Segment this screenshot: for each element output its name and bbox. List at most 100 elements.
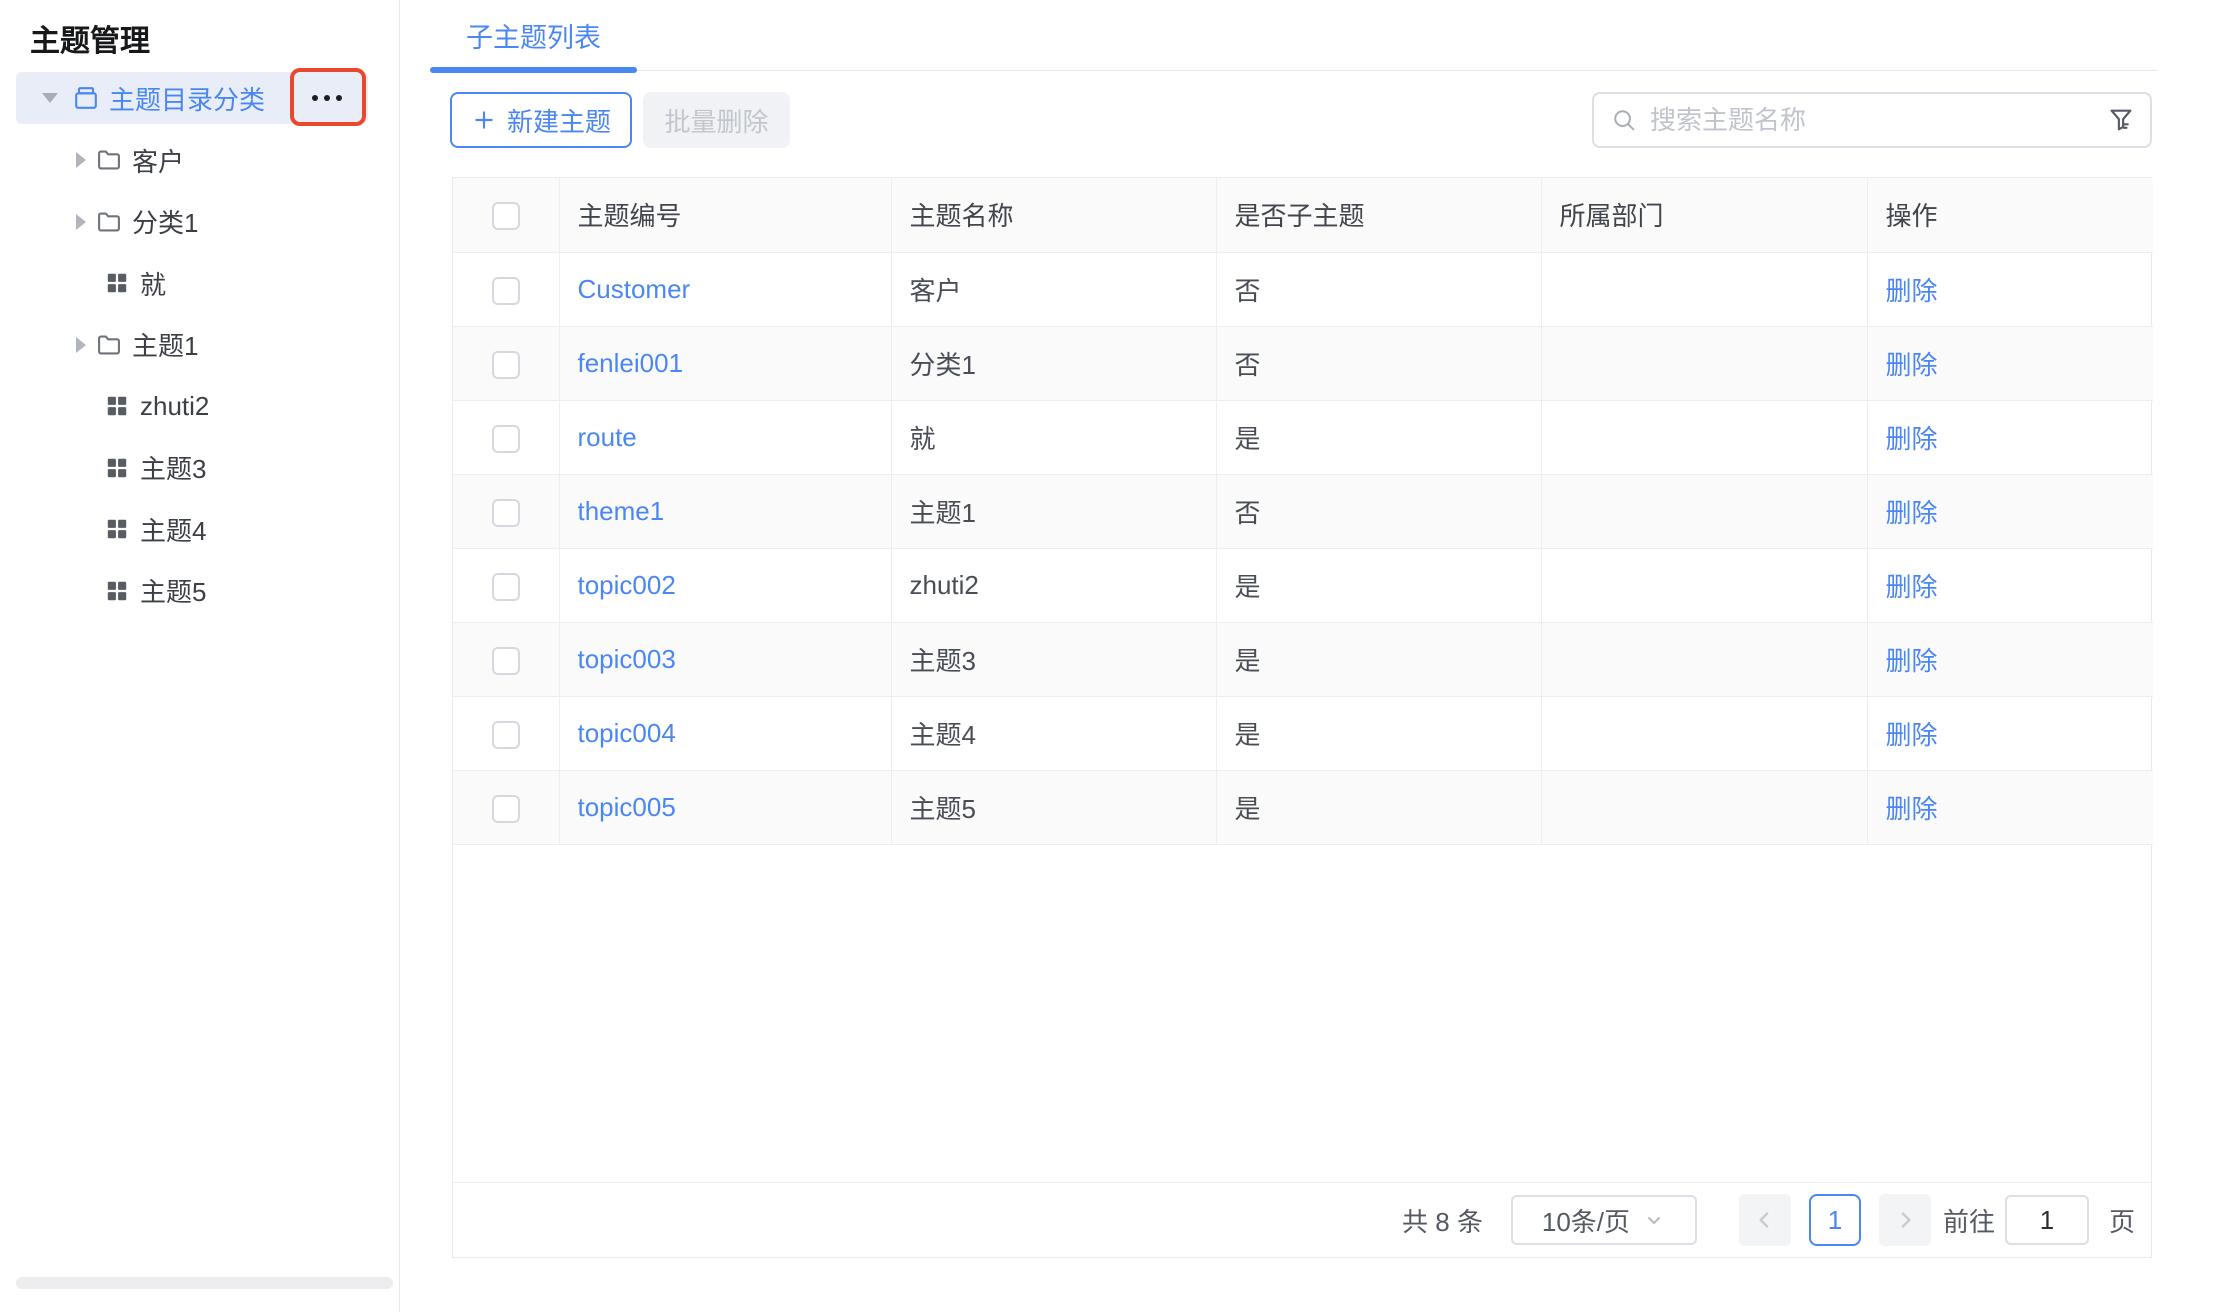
dept-cell (1541, 326, 1867, 400)
sidebar-tree: 客户 分类1 就 (0, 134, 400, 626)
col-actions: 操作 (1867, 178, 2153, 252)
dept-cell (1541, 696, 1867, 770)
chevron-down-icon (1642, 1208, 1666, 1232)
folder-icon (95, 331, 123, 359)
topic-name-cell: 主题1 (891, 474, 1216, 548)
tree-item-zhuti4[interactable]: 主题4 (0, 503, 400, 555)
select-all-checkbox[interactable] (492, 202, 520, 230)
filter-icon[interactable] (2106, 105, 2136, 135)
row-checkbox[interactable] (492, 795, 520, 823)
row-checkbox[interactable] (492, 647, 520, 675)
dept-cell (1541, 622, 1867, 696)
tab-sub-topic-list[interactable]: 子主题列表 (430, 0, 637, 71)
tree-item-zhuti1[interactable]: 主题1 (0, 319, 400, 371)
topic-id-link[interactable]: topic003 (578, 644, 676, 674)
table-row: topic005 主题5 是 删除 (453, 770, 2153, 844)
is-sub-cell: 是 (1216, 622, 1541, 696)
tree-item-label: 就 (140, 265, 166, 302)
topic-id-link[interactable]: Customer (578, 274, 691, 304)
tree-item-zhuti3[interactable]: 主题3 (0, 442, 400, 494)
dept-cell (1541, 400, 1867, 474)
tab-ink-bar (430, 67, 637, 73)
tab-bar: 子主题列表 (430, 0, 2157, 71)
topic-id-link[interactable]: fenlei001 (578, 348, 684, 378)
table-empty-area (453, 845, 2151, 1183)
row-checkbox[interactable] (492, 351, 520, 379)
goto-page-input[interactable] (2005, 1195, 2089, 1245)
grid-icon (103, 269, 131, 297)
page-size-value: 10条/页 (1542, 1202, 1630, 1239)
topic-name-cell: zhuti2 (891, 548, 1216, 622)
table-row: Customer 客户 否 删除 (453, 252, 2153, 326)
delete-link[interactable]: 删除 (1886, 794, 1938, 824)
delete-link[interactable]: 删除 (1886, 720, 1938, 750)
horizontal-scrollbar[interactable] (16, 1277, 393, 1289)
tree-root-item[interactable]: 主题目录分类 (16, 72, 368, 124)
row-checkbox[interactable] (492, 277, 520, 305)
page-number-button[interactable]: 1 (1809, 1194, 1861, 1246)
grid-icon (103, 577, 131, 605)
table-header-row: 主题编号 主题名称 是否子主题 所属部门 操作 (453, 178, 2153, 252)
caret-right-icon[interactable] (76, 152, 86, 168)
row-checkbox[interactable] (492, 499, 520, 527)
grid-icon (103, 454, 131, 482)
row-checkbox[interactable] (492, 425, 520, 453)
delete-link[interactable]: 删除 (1886, 276, 1938, 306)
page-size-select[interactable]: 10条/页 (1511, 1195, 1697, 1245)
delete-link[interactable]: 删除 (1886, 572, 1938, 602)
tree-item-customer[interactable]: 客户 (0, 134, 400, 186)
topic-name-cell: 主题4 (891, 696, 1216, 770)
new-topic-button[interactable]: 新建主题 (450, 92, 632, 148)
tree-item-zhuti2[interactable]: zhuti2 (0, 380, 400, 432)
caret-right-icon[interactable] (76, 337, 86, 353)
batch-delete-button[interactable]: 批量删除 (643, 92, 790, 148)
delete-link[interactable]: 删除 (1886, 498, 1938, 528)
caret-right-icon[interactable] (76, 214, 86, 230)
next-page-button[interactable] (1879, 1194, 1931, 1246)
is-sub-cell: 否 (1216, 326, 1541, 400)
more-button[interactable] (296, 78, 358, 118)
caret-down-icon[interactable] (42, 93, 58, 103)
tree-item-label: 主题4 (140, 511, 206, 548)
topic-id-link[interactable]: topic004 (578, 718, 676, 748)
is-sub-cell: 是 (1216, 400, 1541, 474)
chevron-right-icon (1892, 1207, 1918, 1233)
tree-item-fenlei1[interactable]: 分类1 (0, 196, 400, 248)
tree-item-label: 主题1 (132, 326, 198, 363)
topic-id-link[interactable]: topic002 (578, 570, 676, 600)
col-is-subtopic: 是否子主题 (1216, 178, 1541, 252)
dept-cell (1541, 770, 1867, 844)
search-input[interactable] (1650, 105, 2106, 136)
delete-link[interactable]: 删除 (1886, 646, 1938, 676)
tree-item-label: 主题5 (140, 572, 206, 609)
delete-link[interactable]: 删除 (1886, 424, 1938, 454)
is-sub-cell: 否 (1216, 474, 1541, 548)
row-checkbox[interactable] (492, 721, 520, 749)
sidebar: 主题管理 主题目录分类 (0, 0, 400, 1312)
total-count: 共 8 条 (1402, 1202, 1483, 1239)
tree-item-label: 分类1 (132, 203, 198, 240)
topic-name-cell: 客户 (891, 252, 1216, 326)
new-topic-label: 新建主题 (507, 102, 611, 139)
folder-icon (95, 146, 123, 174)
row-checkbox[interactable] (492, 573, 520, 601)
grid-icon (103, 392, 131, 420)
plus-icon (471, 107, 497, 133)
table-row: topic003 主题3 是 删除 (453, 622, 2153, 696)
category-icon (72, 84, 100, 112)
prev-page-button[interactable] (1739, 1194, 1791, 1246)
sidebar-title: 主题管理 (30, 16, 150, 60)
tree-item-zhuti5[interactable]: 主题5 (0, 565, 400, 617)
grid-icon (103, 515, 131, 543)
topic-id-link[interactable]: route (578, 422, 637, 452)
tree-item-jiu[interactable]: 就 (0, 257, 400, 309)
tree-item-label: 主题3 (140, 449, 206, 486)
dept-cell (1541, 548, 1867, 622)
col-topic-id: 主题编号 (559, 178, 891, 252)
batch-delete-label: 批量删除 (664, 102, 768, 139)
table-row: theme1 主题1 否 删除 (453, 474, 2153, 548)
topic-id-link[interactable]: topic005 (578, 792, 676, 822)
is-sub-cell: 否 (1216, 252, 1541, 326)
delete-link[interactable]: 删除 (1886, 350, 1938, 380)
topic-id-link[interactable]: theme1 (578, 496, 665, 526)
